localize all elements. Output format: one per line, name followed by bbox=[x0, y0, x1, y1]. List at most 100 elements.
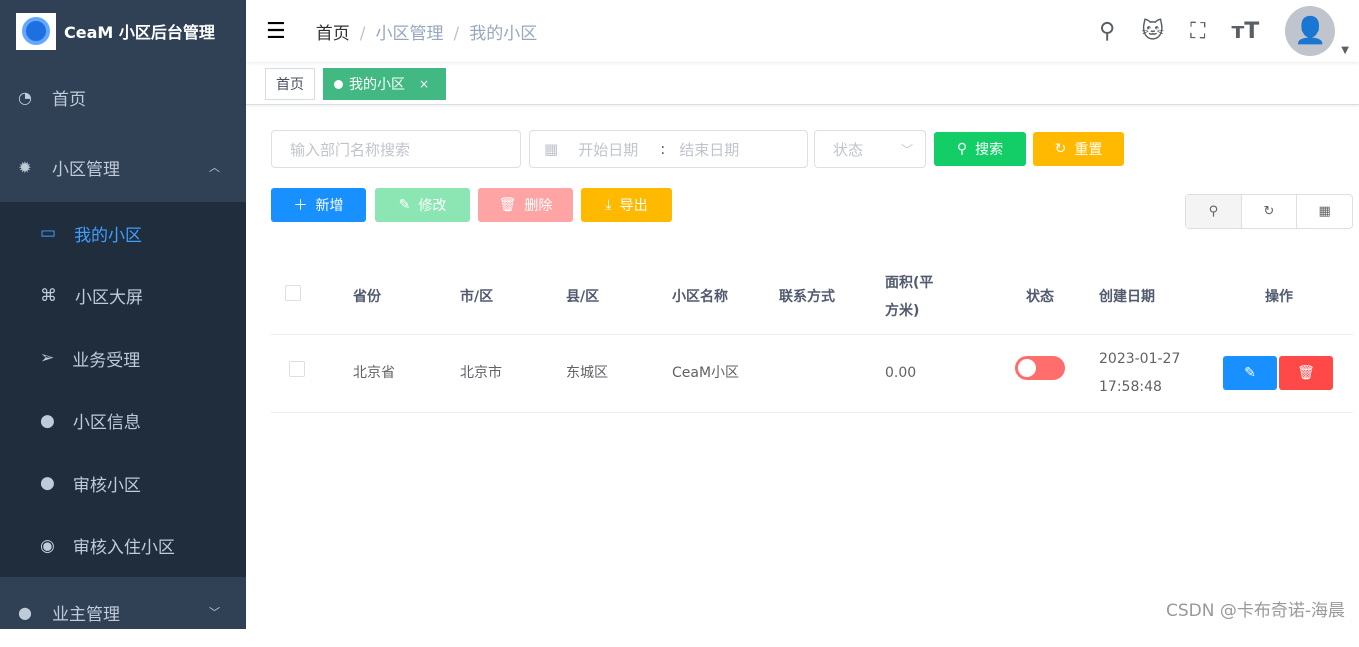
status-switch[interactable] bbox=[1015, 356, 1065, 380]
calendar-icon: ▦ bbox=[544, 140, 559, 158]
edit-button[interactable]: ✎ 修改 bbox=[375, 188, 470, 222]
col-header: 县/区 bbox=[556, 260, 662, 335]
cell-province: 北京省 bbox=[343, 334, 450, 413]
item-label: 审核小区 bbox=[72, 475, 141, 496]
cell-contact bbox=[769, 334, 875, 413]
wechat-icon: ◉ bbox=[40, 535, 55, 556]
plus-icon: ＋ bbox=[293, 198, 308, 214]
breadcrumb-home[interactable]: 首页 bbox=[316, 24, 350, 44]
tag-home[interactable]: 首页 bbox=[265, 68, 315, 100]
status-select[interactable]: 状态 ﹀ bbox=[814, 130, 926, 168]
table-row: 北京省 北京市 东城区 CeaM小区 0.00 2023-01-27 17:58:… bbox=[271, 334, 1353, 413]
item-label: 业务受理 bbox=[72, 350, 141, 371]
item-label: 审核入住小区 bbox=[72, 538, 175, 559]
refresh-icon: ↻ bbox=[1054, 141, 1067, 157]
col-header: 操作 bbox=[1195, 260, 1353, 335]
caret-down-icon[interactable]: ▼ bbox=[1341, 45, 1349, 56]
download-icon: ⤓ bbox=[605, 197, 612, 213]
name-search-input[interactable]: 输入部门名称搜索 bbox=[271, 130, 521, 168]
chevron-up-icon: ︿ bbox=[209, 161, 220, 174]
add-button[interactable]: ＋ 新增 bbox=[271, 188, 366, 222]
sidebar-item-audit[interactable]: ● 审核小区 bbox=[0, 452, 246, 515]
tag-label: 我的小区 bbox=[349, 77, 405, 93]
search-button[interactable]: ⚲ 搜索 bbox=[934, 132, 1026, 166]
app-title: CeaM 小区后台管理 bbox=[64, 23, 215, 42]
btn-label: 重置 bbox=[1074, 142, 1103, 158]
menu-label: 业主管理 bbox=[52, 604, 120, 625]
active-dot-icon bbox=[334, 79, 343, 89]
row-delete-button[interactable]: 🗑 bbox=[1279, 356, 1333, 390]
search-icon[interactable]: ⚲ bbox=[1099, 19, 1115, 44]
item-label: 小区信息 bbox=[72, 413, 141, 434]
trash-icon: 🗑 bbox=[498, 197, 517, 213]
cell-name: CeaM小区 bbox=[662, 334, 769, 413]
range-separator: : bbox=[660, 140, 666, 158]
tags-view: 首页 我的小区 × bbox=[246, 62, 1359, 105]
gear-icon: ✹ bbox=[18, 157, 32, 177]
col-header: 市/区 bbox=[450, 260, 556, 335]
shopping-icon: ▭ bbox=[40, 223, 57, 244]
sidebar-item-screen[interactable]: ⌘ 小区大屏 bbox=[0, 265, 246, 328]
item-label: 我的小区 bbox=[74, 225, 143, 246]
row-edit-button[interactable]: ✎ bbox=[1223, 356, 1277, 390]
start-date[interactable]: 开始日期 bbox=[578, 139, 638, 160]
search-icon: ⚲ bbox=[956, 141, 968, 157]
sidebar-item-info[interactable]: ● 小区信息 bbox=[0, 390, 246, 453]
avatar[interactable]: 👤 bbox=[1285, 6, 1336, 56]
columns-icon[interactable]: ▦ bbox=[1297, 195, 1352, 228]
navbar: ☰ 首页 / 小区管理 / 我的小区 ⚲ 🐱 ⛶ тT 👤 ▼ bbox=[246, 0, 1359, 62]
sidebar-item-audit-checkin[interactable]: ◉ 审核入住小区 bbox=[0, 515, 246, 578]
cell-city: 北京市 bbox=[450, 334, 556, 413]
export-button[interactable]: ⤓ 导出 bbox=[581, 188, 672, 222]
github-icon[interactable]: 🐱 bbox=[1141, 19, 1164, 44]
close-icon[interactable]: × bbox=[419, 77, 429, 91]
row-checkbox[interactable] bbox=[289, 361, 305, 377]
btn-label: 新增 bbox=[315, 198, 344, 214]
send-icon: ➢ bbox=[40, 348, 55, 369]
menu-owners[interactable]: ● 业主管理 ﹀ bbox=[0, 577, 246, 647]
date-range-picker[interactable]: ▦ 开始日期: 结束日期 bbox=[529, 130, 808, 168]
dashboard-icon: ◔ bbox=[18, 87, 32, 107]
sidebar: CeaM 小区后台管理 ◔ 首页 ✹ 小区管理 ︿ ▭ 我的小区 ⌘ 小区大屏 ➢ 业务受理… bbox=[0, 0, 246, 629]
chevron-down-icon: ﹀ bbox=[209, 606, 220, 619]
logo[interactable]: CeaM 小区后台管理 bbox=[0, 0, 246, 62]
fullscreen-icon[interactable]: ⛶ bbox=[1190, 19, 1205, 44]
tag-label: 首页 bbox=[276, 77, 304, 93]
menu-community[interactable]: ✹ 小区管理 ︿ bbox=[0, 132, 246, 202]
btn-label: 导出 bbox=[619, 198, 648, 214]
users-icon: ● bbox=[40, 410, 55, 431]
breadcrumb: 首页 / 小区管理 / 我的小区 bbox=[315, 23, 538, 44]
edit-icon: ✎ bbox=[398, 197, 411, 213]
col-header: 省份 bbox=[343, 260, 450, 335]
watermark: CSDN @卡布奇诺-海晨 bbox=[1165, 601, 1345, 621]
tag-my-community[interactable]: 我的小区 × bbox=[323, 68, 446, 100]
grid-icon: ⌘ bbox=[40, 285, 57, 306]
font-size-icon[interactable]: тT bbox=[1232, 19, 1260, 44]
select-all-checkbox[interactable] bbox=[285, 284, 301, 301]
end-date[interactable]: 结束日期 bbox=[679, 139, 739, 160]
menu-label: 首页 bbox=[52, 89, 86, 110]
col-header: 创建日期 bbox=[1087, 260, 1195, 335]
col-header: 面积(平方米) bbox=[875, 260, 983, 335]
btn-label: 搜索 bbox=[975, 142, 1004, 158]
col-header: 联系方式 bbox=[769, 260, 875, 335]
toggle-search-icon[interactable]: ⚲ bbox=[1186, 195, 1242, 228]
cell-time: 17:58:48 bbox=[1099, 379, 1162, 395]
menu-home[interactable]: ◔ 首页 bbox=[0, 62, 246, 132]
users-icon: ● bbox=[40, 473, 55, 494]
sidebar-item-my-community[interactable]: ▭ 我的小区 bbox=[0, 202, 246, 265]
logo-icon bbox=[16, 12, 56, 50]
hamburger-icon[interactable]: ☰ bbox=[266, 19, 286, 44]
sidebar-item-business[interactable]: ➢ 业务受理 bbox=[0, 327, 246, 390]
cell-area: 0.00 bbox=[875, 334, 983, 413]
status-placeholder: 状态 bbox=[833, 140, 864, 159]
table-toolbar: ⚲ ↻ ▦ bbox=[1185, 194, 1353, 229]
chevron-down-icon: ﹀ bbox=[900, 142, 913, 157]
refresh-icon[interactable]: ↻ bbox=[1242, 195, 1298, 228]
col-header: 小区名称 bbox=[662, 260, 769, 335]
menu-label: 小区管理 bbox=[52, 159, 120, 180]
cell-date: 2023-01-27 bbox=[1099, 351, 1181, 367]
delete-button[interactable]: 🗑 删除 bbox=[478, 188, 573, 222]
cell-county: 东城区 bbox=[556, 334, 662, 413]
reset-button[interactable]: ↻ 重置 bbox=[1033, 132, 1124, 166]
